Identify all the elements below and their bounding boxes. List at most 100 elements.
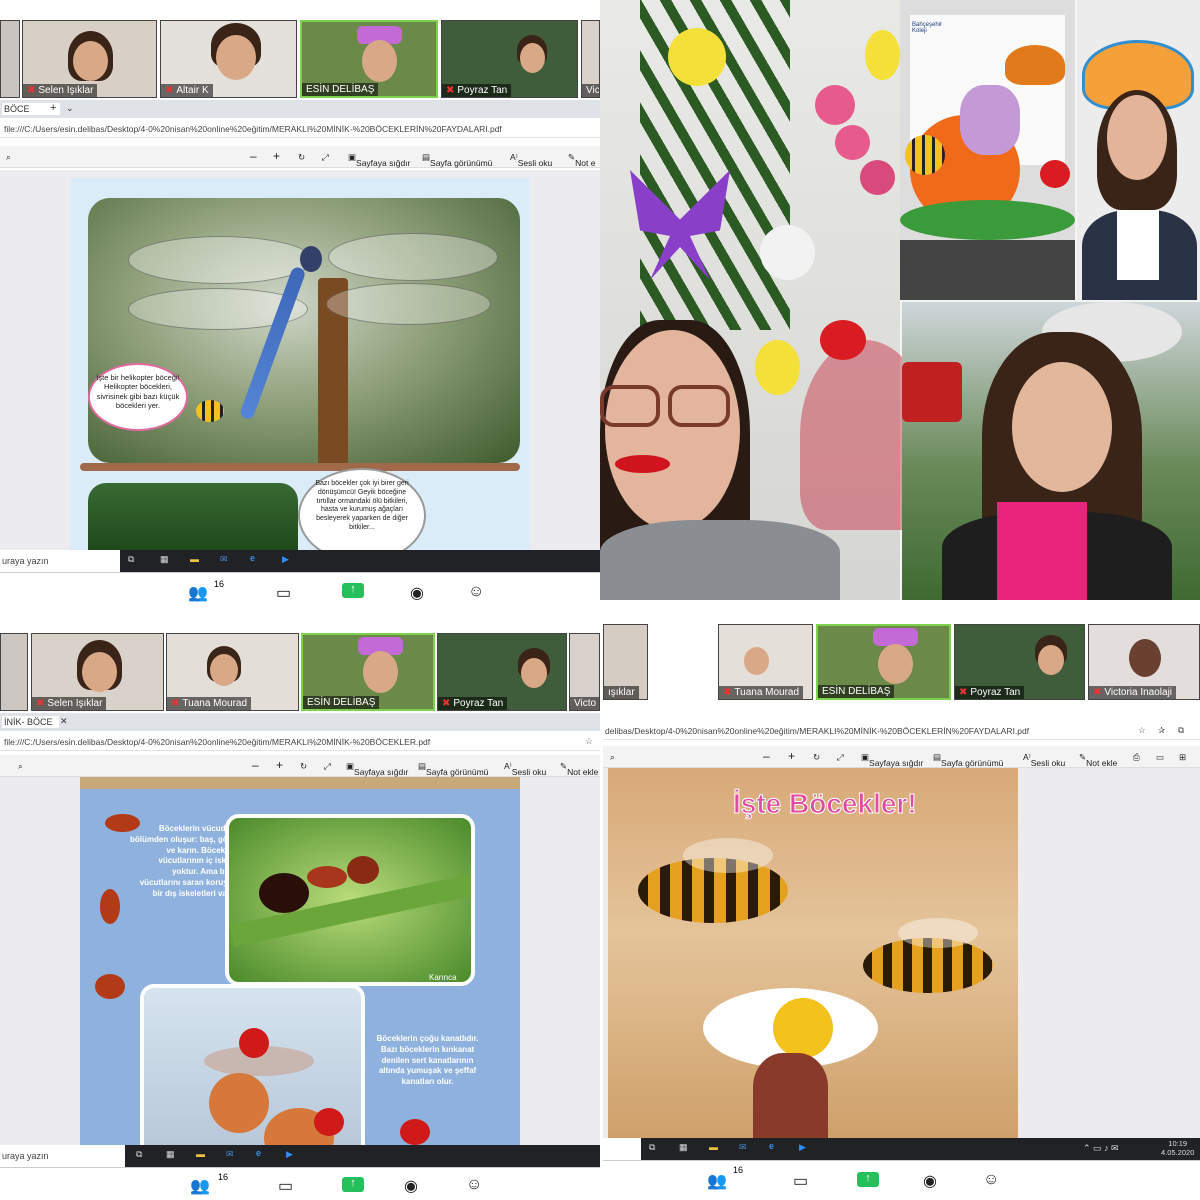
pdf-page-area: İşte bir helikopter böceği! Helikopter b…: [0, 170, 600, 563]
participant-tile[interactable]: ✖ Poyraz Tan: [441, 20, 578, 98]
favorite-star-icon[interactable]: ☆: [1138, 725, 1146, 736]
favorites-icon[interactable]: ✰: [1158, 725, 1165, 736]
participants-icon[interactable]: 👥: [190, 1176, 210, 1196]
record-icon[interactable]: ◉: [923, 1171, 937, 1191]
participant-tile-active[interactable]: ESİN DELİBAŞ: [816, 624, 951, 700]
participant-tile[interactable]: [0, 633, 28, 711]
edge-icon[interactable]: e: [769, 1141, 774, 1151]
pin-icon[interactable]: ⊞: [1179, 752, 1186, 763]
rotate-icon[interactable]: ↻: [813, 752, 820, 763]
taskbar-search[interactable]: uraya yazın: [0, 1145, 125, 1167]
address-bar[interactable]: file:///C:/Users/esin.delibas/Desktop/4-…: [0, 733, 600, 751]
participant-tile[interactable]: ışıklar: [603, 624, 648, 700]
store-icon[interactable]: ▦: [160, 554, 169, 565]
edge-icon[interactable]: e: [256, 1148, 261, 1158]
zoom-app-icon[interactable]: ▶: [282, 554, 289, 565]
taskbar-search[interactable]: uraya yazın: [0, 550, 120, 572]
store-icon[interactable]: ▦: [166, 1149, 175, 1160]
share-screen-button[interactable]: ↑: [342, 1177, 364, 1192]
participant-tile[interactable]: ✖ Poyraz Tan: [437, 633, 567, 711]
tab-label[interactable]: İNİK- BÖCE: [2, 716, 59, 728]
zoom-in-button[interactable]: +: [276, 758, 283, 772]
address-bar[interactable]: delibas/Desktop/4-0%20nisan%20online%20e…: [603, 722, 1200, 740]
mail-icon[interactable]: ✉: [220, 554, 228, 565]
participant-tile[interactable]: [0, 20, 20, 98]
task-view-icon[interactable]: ⧉: [128, 554, 134, 565]
zoom-in-button[interactable]: +: [788, 749, 795, 763]
add-note-button[interactable]: ✎ Not ekle: [560, 761, 598, 777]
read-aloud-button[interactable]: A⁾ Sesli oku: [510, 152, 552, 168]
clock[interactable]: 10:19 4.05.2020: [1161, 1139, 1194, 1158]
chat-icon[interactable]: ▭: [278, 1176, 293, 1196]
search-icon[interactable]: ⌕: [610, 752, 615, 763]
fit-page-button[interactable]: ▣ Sayfaya sığdır: [861, 752, 923, 768]
favorite-star-icon[interactable]: ☆: [585, 736, 593, 747]
chat-icon[interactable]: ▭: [793, 1171, 808, 1191]
participant-tile[interactable]: ✖ Selen Işıklar: [22, 20, 157, 98]
chat-icon[interactable]: ▭: [276, 583, 291, 603]
new-tab-button[interactable]: +: [50, 102, 56, 114]
mail-icon[interactable]: ✉: [226, 1149, 234, 1160]
participant-tile[interactable]: Victo: [569, 633, 600, 711]
participant-tile-active[interactable]: ESİN DELİBAŞ: [301, 633, 435, 711]
folder-icon[interactable]: ▬: [190, 554, 199, 564]
participant-tile[interactable]: ✖ Tuana Mourad: [718, 624, 813, 700]
participants-icon[interactable]: 👥: [707, 1171, 727, 1191]
folder-icon[interactable]: ▬: [709, 1142, 718, 1152]
participant-tile[interactable]: Victo: [581, 20, 600, 98]
add-note-button[interactable]: ✎ Not e: [568, 152, 595, 168]
photo-caption: Karınca: [429, 973, 457, 982]
search-icon[interactable]: ⌕: [6, 152, 11, 163]
page-view-button[interactable]: ▤ Sayfa görünümü: [933, 752, 1003, 768]
read-aloud-button[interactable]: A⁾ Sesli oku: [504, 761, 546, 777]
edge-icon[interactable]: e: [250, 553, 255, 563]
participant-tile[interactable]: ✖ Tuana Mourad: [166, 633, 299, 711]
record-icon[interactable]: ◉: [404, 1176, 418, 1196]
fullscreen-icon[interactable]: ⤢: [322, 152, 329, 163]
zoom-out-button[interactable]: –: [763, 749, 770, 763]
zoom-out-button[interactable]: –: [250, 149, 257, 163]
rotate-icon[interactable]: ↻: [298, 152, 305, 163]
chevron-down-icon[interactable]: ⌄: [66, 103, 74, 114]
participant-tile[interactable]: ✖ Altair K: [160, 20, 297, 98]
folder-icon[interactable]: ▬: [196, 1149, 205, 1159]
fit-page-button[interactable]: ▣ Sayfaya sığdır: [348, 152, 410, 168]
save-icon[interactable]: ▭: [1156, 752, 1164, 763]
rotate-icon[interactable]: ↻: [300, 761, 307, 772]
collections-icon[interactable]: ⧉: [1178, 725, 1184, 736]
participants-icon[interactable]: 👥: [188, 583, 208, 603]
fullscreen-icon[interactable]: ⤢: [324, 761, 331, 772]
participant-tile[interactable]: ✖ Victoria Inaolaji: [1088, 624, 1200, 700]
participant-tile-active[interactable]: ESİN DELİBAŞ: [300, 20, 438, 98]
close-icon[interactable]: ✕: [60, 716, 68, 727]
page-view-button[interactable]: ▤ Sayfa görünümü: [418, 761, 488, 777]
add-note-button[interactable]: ✎ Not ekle: [1079, 752, 1117, 768]
print-icon[interactable]: ⎙: [1133, 752, 1140, 763]
record-icon[interactable]: ◉: [410, 583, 424, 603]
mail-icon[interactable]: ✉: [739, 1142, 747, 1153]
fit-page-button[interactable]: ▣ Sayfaya sığdır: [346, 761, 408, 777]
zoom-app-icon[interactable]: ▶: [799, 1142, 806, 1153]
share-screen-button[interactable]: ↑: [857, 1172, 879, 1187]
participant-tile[interactable]: ✖ Poyraz Tan: [954, 624, 1085, 700]
participant-tile[interactable]: ✖ Selen Işıklar: [31, 633, 164, 711]
zoom-out-button[interactable]: –: [252, 758, 259, 772]
store-icon[interactable]: ▦: [679, 1142, 688, 1153]
reactions-icon[interactable]: ☺: [466, 1176, 482, 1194]
task-view-icon[interactable]: ⧉: [136, 1149, 142, 1160]
read-aloud-button[interactable]: A⁾ Sesli oku: [1023, 752, 1065, 768]
reactions-icon[interactable]: ☺: [983, 1171, 999, 1189]
reactions-icon[interactable]: ☺: [468, 583, 484, 601]
fullscreen-icon[interactable]: ⤢: [837, 752, 844, 763]
page-view-button[interactable]: ▤ Sayfa görünümü: [422, 152, 492, 168]
task-view-icon[interactable]: ⧉: [649, 1142, 655, 1153]
system-tray-icons[interactable]: ⌃ ▭ ♪ ✉: [1083, 1143, 1119, 1154]
share-screen-button[interactable]: ↑: [342, 583, 364, 598]
taskbar-search[interactable]: [603, 1138, 641, 1160]
zoom-in-button[interactable]: +: [273, 149, 280, 163]
zoom-app-icon[interactable]: ▶: [286, 1149, 293, 1160]
photo-collage-top-right: Bahçeşehir Koleji: [600, 0, 1200, 600]
search-icon[interactable]: ⌕: [18, 761, 23, 772]
address-bar[interactable]: file:///C:/Users/esin.delibas/Desktop/4-…: [0, 120, 600, 138]
participant-name: Altair K: [176, 85, 209, 96]
